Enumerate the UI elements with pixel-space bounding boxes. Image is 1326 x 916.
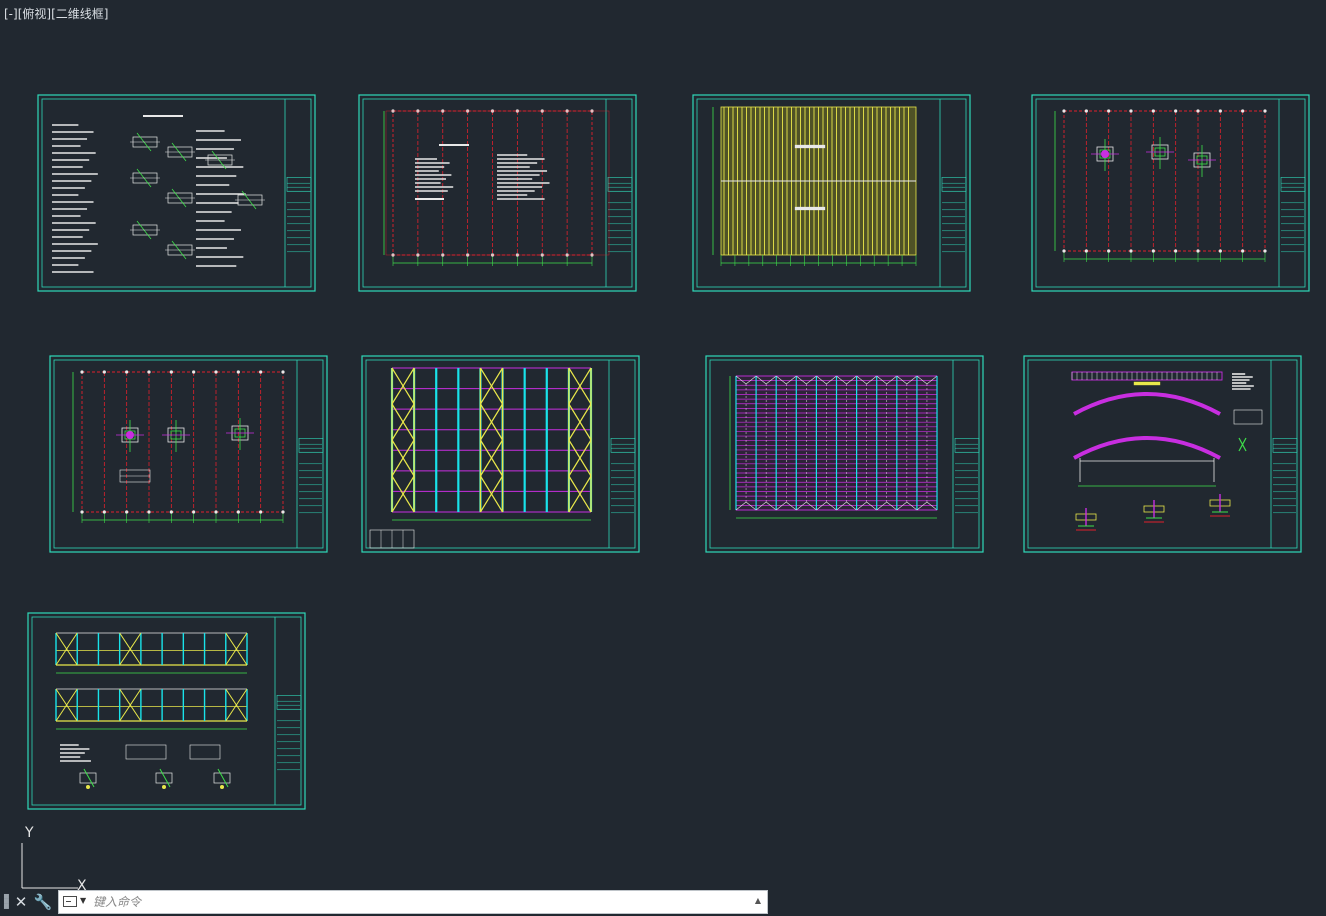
sheet-general-notes[interactable] (358, 94, 637, 292)
sheet-foundation-plan[interactable] (1031, 94, 1310, 292)
command-history-button[interactable]: ▲ (755, 896, 761, 905)
sheet-purlin-layout[interactable] (705, 355, 984, 553)
model-space-canvas[interactable]: Y X (0, 0, 1326, 916)
customize-wrench-icon[interactable]: 🔧 (33, 892, 53, 912)
chevron-down-icon[interactable]: ▼ (80, 896, 86, 905)
close-command-line-button[interactable]: ✕ (11, 892, 31, 912)
command-line-bar[interactable]: ▪▪▪ ✕ 🔧 ▼ ▲ (0, 889, 770, 915)
sheet-wall-elevations[interactable] (27, 612, 306, 810)
command-input-wrapper[interactable]: ▼ ▲ (58, 890, 768, 914)
command-prompt-icon[interactable] (63, 896, 77, 907)
ucs-icon: Y X (21, 825, 87, 894)
command-input[interactable] (93, 893, 743, 911)
sheet-roof-bracing-plan[interactable] (361, 355, 640, 553)
ucs-y-label: Y (24, 825, 34, 841)
sheet-arch-truss-elevation[interactable] (1023, 355, 1302, 553)
sheet-anchor-bolt-plan[interactable] (49, 355, 328, 553)
drawing-viewport[interactable]: [-][俯视][二维线框] Y X (0, 0, 1326, 916)
sheet-roof-panel-layout[interactable] (692, 94, 971, 292)
drag-grip-icon[interactable]: ▪ ▪ ▪ (3, 892, 10, 912)
sheet-design-notes[interactable] (37, 94, 316, 292)
